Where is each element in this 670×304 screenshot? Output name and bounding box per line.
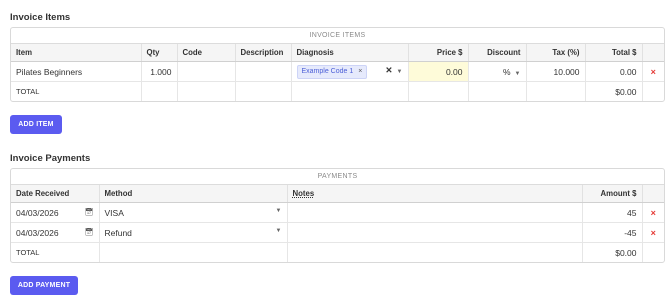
payments-table: Date Received Method Notes Amount $ 04/0… [11, 185, 664, 262]
amount-field[interactable]: -45 [582, 222, 643, 243]
col-header-qty: Qty [141, 44, 178, 62]
line-total: 0.00 [585, 61, 643, 82]
payments-header-row: Date Received Method Notes Amount $ [11, 185, 664, 203]
notes-field[interactable] [287, 202, 583, 223]
col-header-actions [642, 185, 664, 203]
chevron-down-icon: ▼ [275, 207, 282, 214]
invoice-items-header-row: Item Qty Code Description Diagnosis Pric… [11, 44, 664, 62]
item-name-field[interactable]: Pilates Beginners [11, 61, 142, 82]
delete-row-button[interactable]: × [642, 61, 664, 82]
diagnosis-tag: Example Code 1 × [296, 64, 368, 79]
col-header-price: Price $ [408, 44, 469, 62]
invoice-items-panel: INVOICE ITEMS Item Qty Code Description … [10, 27, 665, 102]
delete-icon: × [650, 227, 656, 238]
col-header-actions [642, 44, 664, 62]
remove-tag-icon[interactable]: × [358, 68, 362, 75]
col-header-diagnosis: Diagnosis [291, 44, 409, 62]
payment-row: 04/03/2026 📅︎ VISA ▼ 45 × [11, 202, 664, 223]
chevron-down-icon[interactable]: ▼ [397, 69, 403, 75]
code-field[interactable] [177, 61, 236, 82]
col-header-tax: Tax (%) [526, 44, 586, 62]
chevron-down-icon: ▼ [514, 70, 521, 77]
payments-caption: PAYMENTS [11, 169, 664, 185]
invoice-items-total-row: TOTAL $0.00 [11, 81, 664, 101]
col-header-total: Total $ [585, 44, 643, 62]
items-total-value: $0.00 [585, 81, 643, 101]
calendar-icon[interactable]: 📅︎ [85, 208, 94, 216]
payments-total-value: $0.00 [582, 242, 643, 262]
description-field[interactable] [235, 61, 292, 82]
invoice-payments-panel: PAYMENTS Date Received Method Notes Amou… [10, 168, 665, 263]
add-item-button[interactable]: ADD ITEM [10, 115, 62, 134]
add-payment-button[interactable]: ADD PAYMENT [10, 276, 78, 295]
delete-icon: × [650, 66, 656, 77]
tax-field[interactable]: 10.000 [526, 61, 586, 82]
invoice-items-caption: INVOICE ITEMS [11, 28, 664, 44]
price-field[interactable]: 0.00 [408, 61, 469, 82]
date-received-field[interactable]: 04/03/2026 📅︎ [11, 222, 100, 243]
discount-select[interactable]: % ▼ [468, 61, 527, 82]
diagnosis-tag-label: Example Code 1 [301, 67, 354, 75]
discount-value: % [502, 66, 511, 77]
payment-row: 04/03/2026 📅︎ Refund ▼ -45 × [11, 222, 664, 243]
method-select[interactable]: VISA ▼ [99, 202, 288, 223]
invoice-items-title: Invoice Items [10, 12, 71, 23]
date-received-field[interactable]: 04/03/2026 📅︎ [11, 202, 100, 223]
invoice-item-row: Pilates Beginners 1.000 Example Code 1 × ✕… [11, 61, 664, 82]
qty-field[interactable]: 1.000 [141, 61, 178, 82]
payments-total-row: TOTAL $0.00 [11, 242, 664, 262]
col-header-method: Method [99, 185, 288, 203]
col-header-item: Item [11, 44, 142, 62]
calendar-icon[interactable]: 📅︎ [85, 228, 94, 236]
delete-payment-button[interactable]: × [642, 202, 664, 223]
method-select[interactable]: Refund ▼ [99, 222, 288, 243]
diagnosis-select[interactable]: Example Code 1 × ✕ ▼ [291, 61, 409, 82]
col-header-code: Code [177, 44, 236, 62]
notes-field[interactable] [287, 222, 583, 243]
amount-field[interactable]: 45 [582, 202, 643, 223]
delete-payment-button[interactable]: × [642, 222, 664, 243]
invoice-payments-title: Invoice Payments [10, 153, 91, 164]
col-header-discount: Discount [468, 44, 527, 62]
delete-icon: × [650, 207, 656, 218]
total-label: TOTAL [11, 242, 100, 262]
total-label: TOTAL [11, 81, 142, 101]
col-header-description: Description [235, 44, 292, 62]
clear-icon[interactable]: ✕ [385, 65, 392, 75]
col-header-amount: Amount $ [582, 185, 643, 203]
invoice-items-table: Item Qty Code Description Diagnosis Pric… [11, 44, 664, 101]
col-header-date: Date Received [11, 185, 100, 203]
chevron-down-icon: ▼ [275, 227, 282, 234]
col-header-notes: Notes [287, 185, 583, 203]
